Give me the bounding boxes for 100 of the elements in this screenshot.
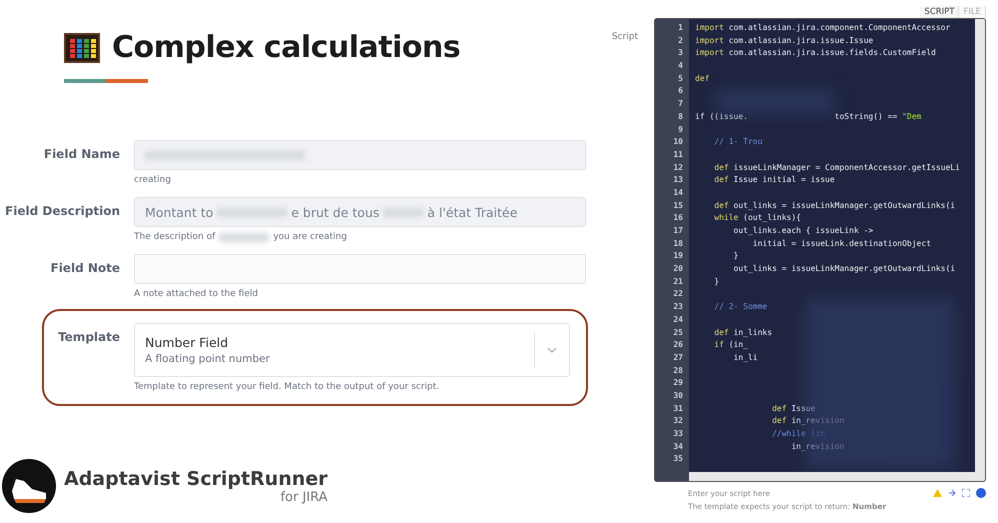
- fullscreen-icon[interactable]: [962, 489, 970, 497]
- option-description: A floating point number: [145, 353, 271, 365]
- line-number: 4: [677, 60, 684, 72]
- line-number: 3: [677, 47, 684, 60]
- code-keyword: if: [713, 339, 724, 352]
- code-text: initial = issueLink.destinationObject: [752, 238, 932, 250]
- line-number: 13: [672, 174, 684, 186]
- sneaker-logo: [2, 459, 56, 513]
- code-comment: // 1- Trou: [713, 136, 762, 148]
- code-keyword: def: [713, 174, 729, 186]
- code-keyword: def: [713, 162, 729, 174]
- code-text: in_li: [732, 352, 758, 364]
- line-number: 27: [672, 352, 684, 364]
- code-text: in_revision: [790, 440, 844, 453]
- help-text: A note attached to the field: [134, 289, 258, 299]
- code-text: out_links = issueLinkManager.getOutwardLinks(i: [732, 263, 956, 276]
- line-number: 21: [672, 276, 684, 288]
- code-keyword: import: [695, 34, 724, 47]
- script-label: Script: [612, 31, 638, 44]
- line-number: 34: [672, 440, 684, 453]
- arrow-right-icon[interactable]: [948, 489, 956, 497]
- line-number: 26: [672, 339, 684, 352]
- code-keyword: def: [695, 72, 710, 85]
- code-text: Issue: [790, 402, 816, 415]
- code-string: "Dem: [902, 110, 922, 123]
- code-comment: // 2- Somme: [713, 301, 768, 314]
- abacus-icon: [64, 32, 100, 62]
- help-text: you are creating: [273, 232, 347, 242]
- help-text: The description of: [134, 232, 216, 242]
- line-number: 7: [677, 98, 684, 110]
- line-number: 17: [672, 225, 684, 237]
- line-number: 1: [677, 22, 684, 34]
- code-text: in_revision: [790, 415, 844, 428]
- field-value: à l'état Traitée: [427, 204, 518, 220]
- code-text: if ((issue.: [695, 110, 748, 123]
- field-label: Field Description: [4, 203, 120, 220]
- code-text: com.atlassian.jira.issue.fields.CustomField: [728, 47, 936, 60]
- redaction-blur: [219, 232, 270, 242]
- field-label: Field Name: [42, 146, 120, 163]
- code-text: Issue initial = issue: [732, 174, 835, 186]
- code-keyword: def: [713, 326, 729, 338]
- line-number: 28: [672, 364, 684, 377]
- line-number: 30: [672, 390, 684, 402]
- text-field[interactable]: [134, 254, 586, 284]
- field-value: e brut de tous: [291, 204, 380, 220]
- line-number: 19: [672, 250, 684, 262]
- chevron-down-icon: [546, 347, 557, 353]
- text-field[interactable]: [134, 140, 586, 170]
- line-number: 33: [672, 428, 684, 440]
- code-text: }: [713, 276, 720, 288]
- editor-tab[interactable]: SCRIPT: [920, 6, 960, 18]
- line-number: 9: [677, 124, 684, 136]
- line-number: 14: [672, 186, 684, 199]
- code-text: }: [732, 250, 738, 262]
- line-number: 31: [672, 402, 684, 415]
- vertical-scrollbar[interactable]: [975, 19, 985, 481]
- line-number: 24: [672, 314, 684, 326]
- line-number: 29: [672, 377, 684, 390]
- code-text: com.atlassian.jira.component.ComponentAccessor: [728, 22, 950, 34]
- code-keyword: import: [695, 47, 724, 60]
- line-number: 20: [672, 263, 684, 276]
- line-number: 32: [672, 415, 684, 428]
- template-dropdown[interactable]: Number Field A floating point number: [134, 323, 570, 377]
- line-number: 10: [672, 136, 684, 148]
- help-text: creating: [134, 175, 171, 185]
- code-keyword: def: [771, 402, 787, 415]
- code-text: (out_links){: [742, 212, 801, 224]
- help-text: Template to represent your field. Match to the output of your script.: [134, 382, 440, 392]
- selected-value: Number Field: [145, 335, 230, 350]
- line-number: 5: [677, 72, 684, 85]
- brand-name: Adaptavist ScriptRunner: [64, 468, 328, 490]
- line-number: 25: [672, 326, 684, 338]
- code-text: out_links = issueLinkManager.getOutwardLinks(i: [732, 200, 956, 212]
- line-number: 11: [672, 148, 684, 161]
- help-icon[interactable]: [976, 488, 986, 498]
- line-number: 8: [677, 110, 684, 123]
- code-comment: //while (in: [771, 428, 826, 440]
- line-number: 12: [672, 162, 684, 174]
- code-text: toString() ==: [834, 110, 898, 123]
- warning-icon[interactable]: [933, 489, 942, 497]
- line-number: 2: [677, 34, 684, 47]
- code-text: com.atlassian.jira.issue.Issue: [728, 34, 874, 47]
- line-number: 22: [672, 288, 684, 300]
- horizontal-scrollbar[interactable]: [689, 472, 975, 481]
- line-number: 23: [672, 301, 684, 314]
- code-keyword: def: [713, 200, 729, 212]
- line-number: 16: [672, 212, 684, 224]
- line-number: 6: [677, 85, 684, 98]
- code-text: out_links.each { issueLink ->: [732, 225, 874, 237]
- slide-title: Complex calculations: [112, 30, 460, 65]
- code-text: in_links: [732, 326, 772, 339]
- field-value: Montant to: [145, 204, 214, 220]
- line-number: 15: [672, 200, 684, 212]
- code-keyword: def: [771, 415, 787, 428]
- field-label: Field Note: [50, 260, 120, 277]
- code-text: (in_: [728, 339, 748, 352]
- code-editor[interactable]: [654, 18, 986, 482]
- brand-subtitle: for JIRA: [280, 490, 328, 504]
- code-text: issueLinkManager = ComponentAccessor.getIssueLi: [732, 162, 960, 174]
- code-keyword: import: [695, 22, 724, 34]
